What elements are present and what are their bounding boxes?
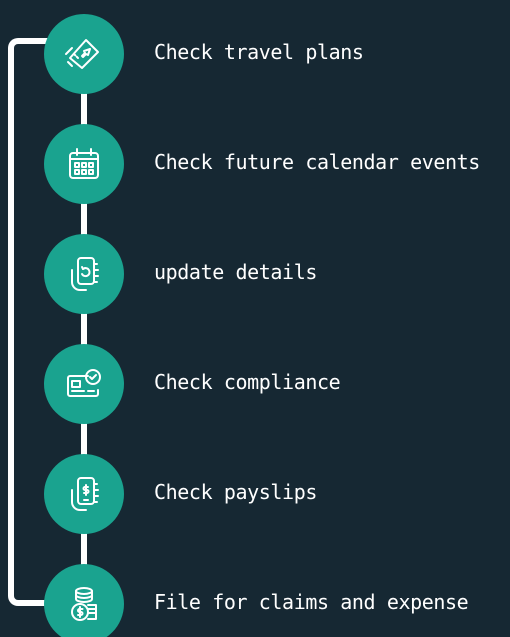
step-label: Check travel plans (154, 40, 364, 64)
step-update: update details (0, 230, 510, 314)
travel-ticket-icon (44, 14, 124, 94)
step-calendar: Check future calendar events (0, 120, 510, 204)
step-compliance: Check compliance (0, 340, 510, 424)
step-label: update details (154, 260, 317, 284)
phone-payslip-icon (44, 454, 124, 534)
step-label: Check compliance (154, 370, 341, 394)
step-label: File for claims and expense (154, 590, 469, 614)
coins-claim-icon (44, 564, 124, 637)
step-claims: File for claims and expense (0, 560, 510, 637)
calendar-icon (44, 124, 124, 204)
compliance-card-icon (44, 344, 124, 424)
phone-update-icon (44, 234, 124, 314)
step-label: Check future calendar events (154, 150, 480, 174)
step-label: Check payslips (154, 480, 317, 504)
step-travel: Check travel plans (0, 10, 510, 94)
step-payslips: Check payslips (0, 450, 510, 534)
